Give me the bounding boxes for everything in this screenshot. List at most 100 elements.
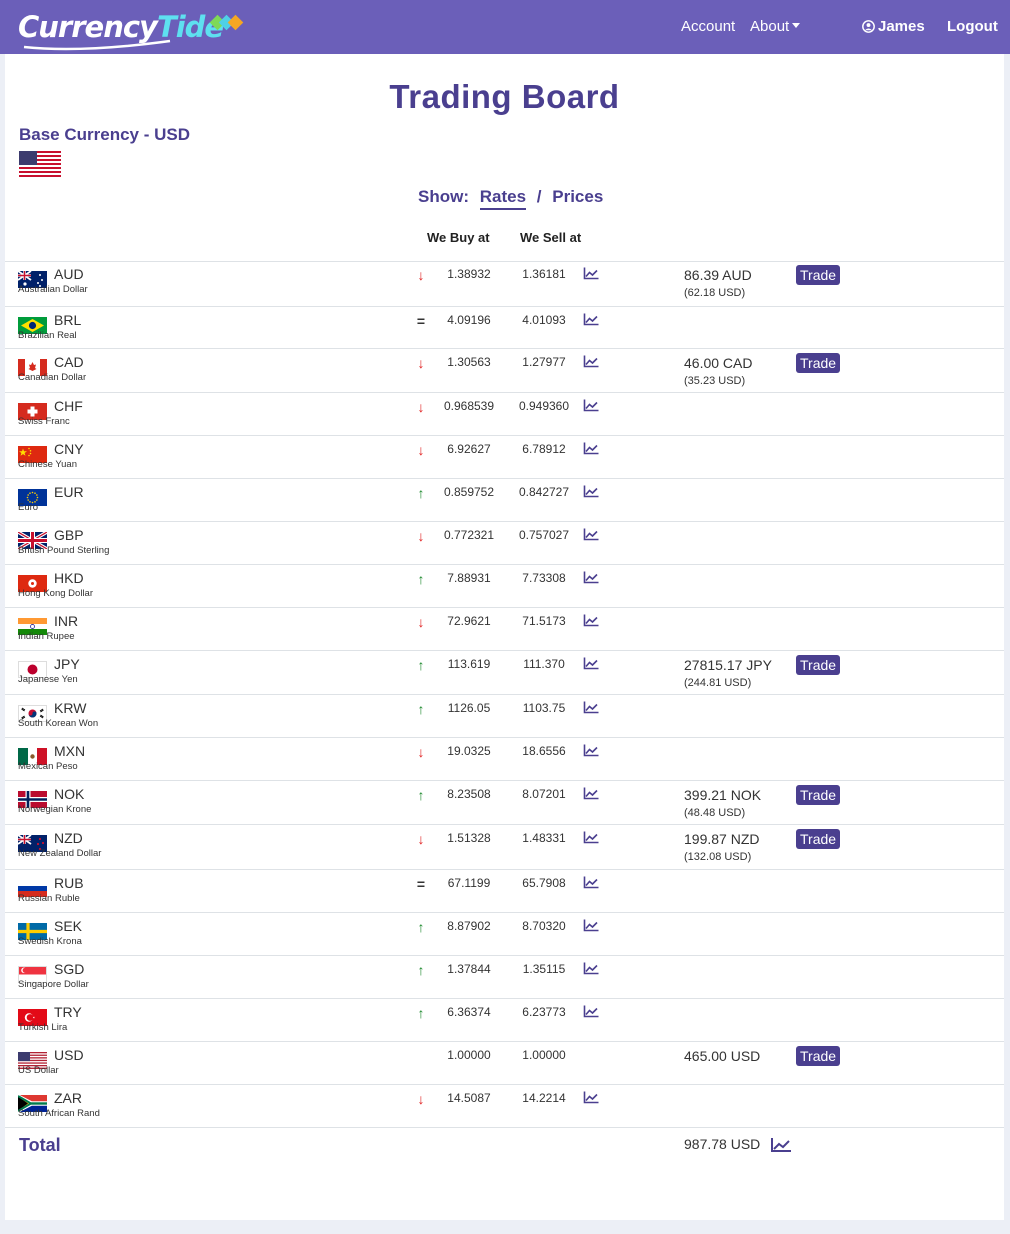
rate-chart-icon[interactable] [583, 876, 599, 894]
holding-usd-value: (132.08 USD) [684, 851, 752, 863]
rate-chart-icon[interactable] [583, 1091, 599, 1109]
show-rates-link[interactable]: Rates [479, 187, 527, 210]
currency-code: SEK [54, 918, 83, 934]
sell-rate: 6.78912 [522, 442, 566, 456]
buy-rate: 6.36374 [447, 1005, 491, 1019]
sell-rate: 6.23773 [522, 1005, 566, 1019]
sell-rate: 0.757027 [518, 528, 570, 542]
user-circle-icon [862, 20, 875, 33]
nav-about-dropdown[interactable]: About [750, 18, 801, 35]
sell-rate: 65.7908 [522, 876, 566, 890]
sell-rate: 111.370 [523, 657, 565, 671]
nav-about-label: About [750, 18, 790, 35]
trade-button[interactable]: Trade [796, 829, 841, 849]
buy-rate: 14.5087 [447, 1091, 491, 1105]
trade-button[interactable]: Trade [796, 1046, 841, 1066]
rate-chart-icon[interactable] [583, 919, 599, 937]
logo-diamonds-icon [209, 14, 244, 31]
rate-chart-icon[interactable] [583, 787, 599, 805]
currency-code: MXN [54, 743, 86, 759]
trade-button[interactable]: Trade [796, 353, 841, 373]
rate-chart-icon[interactable] [583, 399, 599, 417]
total-label: Total [19, 1135, 61, 1155]
rate-chart-icon[interactable] [583, 657, 599, 675]
buy-rate: 1.51328 [447, 831, 491, 845]
currency-name: Hong Kong Dollar [18, 588, 93, 599]
buy-rate: 7.88931 [447, 571, 491, 585]
show-prices-link[interactable]: Prices [552, 187, 603, 206]
sell-rate: 1.27977 [522, 355, 566, 369]
rate-chart-icon[interactable] [583, 355, 599, 373]
currency-row-zar: ZAR South African Rand ↓ 14.5087 14.2214 [5, 1085, 1004, 1128]
currencytide-logo[interactable]: CurrencyTide [18, 3, 244, 51]
currency-row-nok: NOK Norwegian Krone ↑ 8.23508 8.07201 399.21 … [5, 781, 1004, 825]
rate-chart-icon[interactable] [583, 744, 599, 762]
rate-chart-icon[interactable] [583, 442, 599, 460]
show-toggle: Show: Rates / Prices [418, 187, 609, 210]
currency-name: Australian Dollar [18, 284, 88, 295]
currency-code: AUD [54, 266, 84, 282]
currency-row-chf: CHF Swiss Franc ↓ 0.968539 0.949360 [5, 393, 1004, 436]
currency-row-rub: RUB Russian Ruble = 67.1199 65.7908 [5, 870, 1004, 913]
trade-button[interactable]: Trade [796, 655, 841, 675]
rate-chart-icon[interactable] [583, 614, 599, 632]
show-separator: / [536, 187, 542, 206]
currency-row-mxn: MXN Mexican Peso ↓ 19.0325 18.6556 [5, 738, 1004, 781]
currency-name: Indian Rupee [18, 631, 75, 642]
currency-row-jpy: JPY Japanese Yen ↑ 113.619 111.370 27815.17 J… [5, 651, 1004, 695]
buy-rate: 67.1199 [447, 876, 491, 890]
currency-code: CAD [54, 354, 84, 370]
currency-name: Swedish Krona [18, 936, 82, 947]
currency-code: INR [54, 613, 79, 629]
currency-code: HKD [54, 570, 84, 586]
nav-user-name: James [878, 18, 925, 35]
total-chart-icon[interactable] [770, 1137, 792, 1153]
buy-rate: 19.0325 [447, 744, 491, 758]
rate-chart-icon[interactable] [583, 701, 599, 719]
sell-rate: 71.5173 [522, 614, 566, 628]
trade-button[interactable]: Trade [796, 265, 841, 285]
buy-rate: 0.772321 [443, 528, 495, 542]
currency-name: Norwegian Krone [18, 804, 92, 815]
currency-row-cad: CAD Canadian Dollar ↓ 1.30563 1.27977 46.00 C… [5, 349, 1004, 393]
rate-chart-icon[interactable] [583, 962, 599, 980]
currency-name: Chinese Yuan [18, 459, 77, 470]
currency-code: JPY [54, 656, 80, 672]
rate-chart-icon[interactable] [583, 313, 599, 331]
currency-code: NOK [54, 786, 85, 802]
nav-user-link[interactable]: James [862, 18, 925, 35]
currency-code: NZD [54, 830, 83, 846]
buy-rate: 6.92627 [447, 442, 491, 456]
rate-chart-icon[interactable] [583, 1005, 599, 1023]
currency-row-eur: EUR Euro ↑ 0.859752 0.842727 [5, 479, 1004, 522]
nav-logout-link[interactable]: Logout [947, 18, 998, 35]
rate-chart-icon[interactable] [583, 485, 599, 503]
sell-rate: 1.36181 [522, 267, 566, 281]
currency-name: British Pound Sterling [18, 545, 110, 556]
sell-rate: 1.35115 [522, 962, 566, 976]
holding-usd-value: (62.18 USD) [684, 287, 746, 299]
sell-rate: 0.842727 [518, 485, 570, 499]
currency-code: TRY [54, 1004, 82, 1020]
currency-row-inr: INR Indian Rupee ↓ 72.9621 71.5173 [5, 608, 1004, 651]
col-header-sell: We Sell at [520, 230, 582, 245]
nav-account-link[interactable]: Account [681, 18, 735, 35]
sell-rate: 18.6556 [522, 744, 566, 758]
rate-chart-icon[interactable] [583, 528, 599, 546]
rate-chart-icon[interactable] [583, 831, 599, 849]
currency-row-sgd: SGD Singapore Dollar ↑ 1.37844 1.35115 [5, 956, 1004, 999]
holding-amount: 399.21 NOK [684, 787, 762, 803]
rate-chart-icon[interactable] [583, 267, 599, 285]
currency-name: South Korean Won [18, 718, 99, 729]
currency-row-gbp: GBP British Pound Sterling ↓ 0.772321 0.7570… [5, 522, 1004, 565]
logo-swoosh-icon [23, 39, 171, 51]
sell-rate: 0.949360 [518, 399, 570, 413]
sell-rate: 8.70320 [522, 919, 566, 933]
top-navbar: CurrencyTide Account About James Logout [0, 0, 1010, 54]
currency-name: Canadian Dollar [18, 372, 87, 383]
rate-chart-icon[interactable] [583, 571, 599, 589]
sell-rate: 1.00000 [522, 1048, 566, 1062]
trade-button[interactable]: Trade [796, 785, 841, 805]
buy-rate: 8.23508 [447, 787, 491, 801]
currency-row-nzd: NZD New Zealand Dollar ↓ 1.51328 1.48331 199.… [5, 825, 1004, 870]
